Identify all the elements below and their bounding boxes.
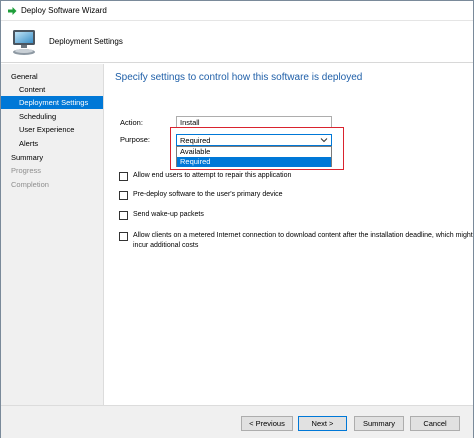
action-label: Action: bbox=[120, 118, 143, 127]
nav-item-deployment-settings[interactable]: Deployment Settings bbox=[1, 96, 103, 109]
wizard-header: Deployment Settings bbox=[1, 21, 473, 63]
nav-item-content[interactable]: Content bbox=[1, 83, 103, 96]
nav-item-user-experience[interactable]: User Experience bbox=[1, 123, 103, 136]
predeploy-checkbox[interactable] bbox=[119, 191, 128, 200]
purpose-select-value: Required bbox=[180, 136, 211, 145]
wakeup-checkbox-label: Send wake-up packets bbox=[133, 211, 204, 218]
repair-checkbox-label: Allow end users to attempt to repair thi… bbox=[133, 172, 292, 179]
page-heading: Deployment Settings bbox=[49, 37, 123, 46]
purpose-option-available[interactable]: Available bbox=[177, 147, 331, 157]
nav-item-progress: Progress bbox=[11, 166, 42, 175]
metered-checkbox[interactable] bbox=[119, 232, 128, 241]
nav-item-summary[interactable]: Summary bbox=[1, 151, 103, 164]
nav-item-alerts[interactable]: Alerts bbox=[1, 137, 103, 150]
wizard-window: Deploy Software Wizard Deployment Settin… bbox=[0, 0, 474, 438]
arrow-right-icon bbox=[8, 7, 17, 15]
checkbox-row-predeploy[interactable]: Pre-deploy software to the user's primar… bbox=[119, 190, 419, 202]
window-title: Deploy Software Wizard bbox=[21, 6, 107, 15]
purpose-option-required[interactable]: Required bbox=[177, 157, 331, 167]
wizard-steps-nav: General Content Deployment Settings Sche… bbox=[1, 64, 104, 405]
purpose-dropdown-list: Available Required bbox=[176, 146, 332, 167]
checkbox-row-wakeup[interactable]: Send wake-up packets bbox=[119, 210, 419, 222]
predeploy-checkbox-label: Pre-deploy software to the user's primar… bbox=[133, 191, 283, 198]
computer-icon bbox=[13, 30, 35, 55]
main-panel: Specify settings to control how this sof… bbox=[105, 64, 473, 405]
nav-item-general[interactable]: General bbox=[1, 70, 103, 83]
nav-item-completion: Completion bbox=[11, 180, 49, 189]
purpose-select[interactable]: Required bbox=[176, 134, 332, 146]
summary-button[interactable]: Summary bbox=[354, 416, 404, 431]
wakeup-checkbox[interactable] bbox=[119, 211, 128, 220]
metered-checkbox-label: Allow clients on a metered Internet conn… bbox=[133, 232, 473, 249]
title-bar: Deploy Software Wizard bbox=[1, 1, 473, 21]
checkbox-row-repair[interactable]: Allow end users to attempt to repair thi… bbox=[119, 171, 419, 183]
section-title: Specify settings to control how this sof… bbox=[115, 72, 363, 83]
nav-item-scheduling[interactable]: Scheduling bbox=[1, 110, 103, 123]
cancel-button[interactable]: Cancel bbox=[410, 416, 460, 431]
purpose-label: Purpose: bbox=[120, 135, 151, 144]
next-button[interactable]: Next > bbox=[298, 416, 347, 431]
wizard-footer: < Previous Next > Summary Cancel bbox=[1, 405, 473, 438]
repair-checkbox[interactable] bbox=[119, 172, 128, 181]
checkbox-row-metered[interactable]: Allow clients on a metered Internet conn… bbox=[119, 231, 473, 253]
chevron-down-icon bbox=[320, 138, 328, 143]
previous-button[interactable]: < Previous bbox=[241, 416, 293, 431]
